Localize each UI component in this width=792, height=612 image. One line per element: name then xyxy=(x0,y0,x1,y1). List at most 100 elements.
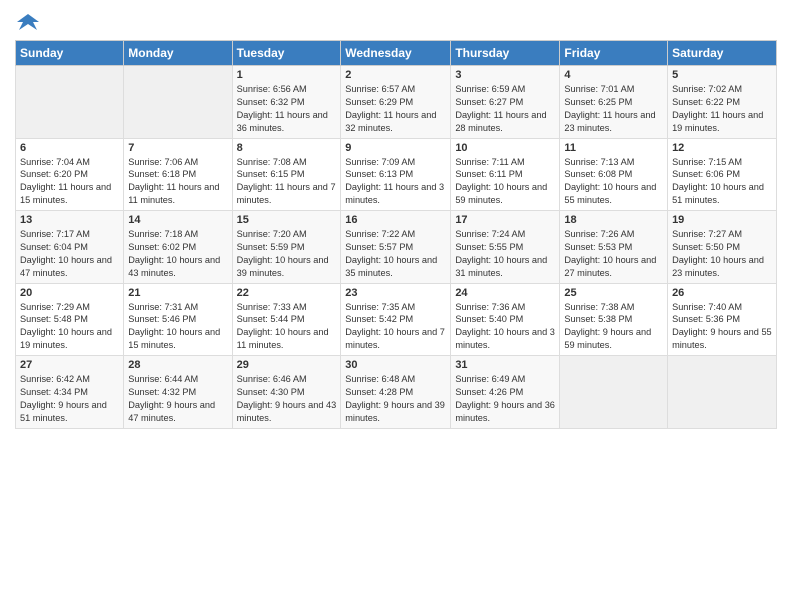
calendar-week-row: 1 Sunrise: 6:56 AM Sunset: 6:32 PM Daylig… xyxy=(16,66,777,139)
day-content: Sunrise: 7:40 AM Sunset: 5:36 PM Dayligh… xyxy=(672,301,772,353)
logo xyxy=(15,14,39,34)
day-content: Sunrise: 6:46 AM Sunset: 4:30 PM Dayligh… xyxy=(237,373,337,425)
day-content: Sunrise: 7:26 AM Sunset: 5:53 PM Dayligh… xyxy=(564,228,663,280)
calendar-header-row: SundayMondayTuesdayWednesdayThursdayFrid… xyxy=(16,41,777,66)
day-content: Sunrise: 6:42 AM Sunset: 4:34 PM Dayligh… xyxy=(20,373,119,425)
calendar-cell: 25 Sunrise: 7:38 AM Sunset: 5:38 PM Dayli… xyxy=(560,283,668,356)
day-number: 14 xyxy=(128,214,227,226)
calendar-cell: 10 Sunrise: 7:11 AM Sunset: 6:11 PM Dayli… xyxy=(451,138,560,211)
day-content: Sunrise: 6:48 AM Sunset: 4:28 PM Dayligh… xyxy=(345,373,446,425)
day-number: 20 xyxy=(20,287,119,299)
day-content: Sunrise: 7:11 AM Sunset: 6:11 PM Dayligh… xyxy=(455,156,555,208)
day-number: 29 xyxy=(237,359,337,371)
day-number: 22 xyxy=(237,287,337,299)
calendar-cell: 14 Sunrise: 7:18 AM Sunset: 6:02 PM Dayli… xyxy=(124,211,232,284)
calendar-cell: 22 Sunrise: 7:33 AM Sunset: 5:44 PM Dayli… xyxy=(232,283,341,356)
day-content: Sunrise: 6:44 AM Sunset: 4:32 PM Dayligh… xyxy=(128,373,227,425)
calendar-cell: 19 Sunrise: 7:27 AM Sunset: 5:50 PM Dayli… xyxy=(668,211,777,284)
day-content: Sunrise: 7:20 AM Sunset: 5:59 PM Dayligh… xyxy=(237,228,337,280)
calendar-cell: 23 Sunrise: 7:35 AM Sunset: 5:42 PM Dayli… xyxy=(341,283,451,356)
header-monday: Monday xyxy=(124,41,232,66)
logo-bird-icon xyxy=(17,12,39,34)
day-number: 10 xyxy=(455,142,555,154)
calendar-cell: 3 Sunrise: 6:59 AM Sunset: 6:27 PM Daylig… xyxy=(451,66,560,139)
day-number: 8 xyxy=(237,142,337,154)
day-content: Sunrise: 6:59 AM Sunset: 6:27 PM Dayligh… xyxy=(455,83,555,135)
day-content: Sunrise: 7:09 AM Sunset: 6:13 PM Dayligh… xyxy=(345,156,446,208)
header-sunday: Sunday xyxy=(16,41,124,66)
day-content: Sunrise: 6:56 AM Sunset: 6:32 PM Dayligh… xyxy=(237,83,337,135)
calendar-cell: 18 Sunrise: 7:26 AM Sunset: 5:53 PM Dayli… xyxy=(560,211,668,284)
day-number: 4 xyxy=(564,69,663,81)
header-wednesday: Wednesday xyxy=(341,41,451,66)
calendar-cell: 15 Sunrise: 7:20 AM Sunset: 5:59 PM Dayli… xyxy=(232,211,341,284)
calendar-cell: 30 Sunrise: 6:48 AM Sunset: 4:28 PM Dayli… xyxy=(341,356,451,429)
calendar-week-row: 6Sunrise: 7:04 AM Sunset: 6:20 PM Daylig… xyxy=(16,138,777,211)
day-number: 28 xyxy=(128,359,227,371)
day-content: Sunrise: 6:49 AM Sunset: 4:26 PM Dayligh… xyxy=(455,373,555,425)
day-content: Sunrise: 7:22 AM Sunset: 5:57 PM Dayligh… xyxy=(345,228,446,280)
calendar-cell: 6Sunrise: 7:04 AM Sunset: 6:20 PM Daylig… xyxy=(16,138,124,211)
day-number: 17 xyxy=(455,214,555,226)
calendar-cell: 1 Sunrise: 6:56 AM Sunset: 6:32 PM Daylig… xyxy=(232,66,341,139)
calendar-cell: 21 Sunrise: 7:31 AM Sunset: 5:46 PM Dayli… xyxy=(124,283,232,356)
calendar-cell: 11Sunrise: 7:13 AM Sunset: 6:08 PM Dayli… xyxy=(560,138,668,211)
calendar-cell: 20 Sunrise: 7:29 AM Sunset: 5:48 PM Dayli… xyxy=(16,283,124,356)
day-content: Sunrise: 7:35 AM Sunset: 5:42 PM Dayligh… xyxy=(345,301,446,353)
calendar-cell: 13 Sunrise: 7:17 AM Sunset: 6:04 PM Dayli… xyxy=(16,211,124,284)
day-content: Sunrise: 7:17 AM Sunset: 6:04 PM Dayligh… xyxy=(20,228,119,280)
day-number: 15 xyxy=(237,214,337,226)
calendar-week-row: 27 Sunrise: 6:42 AM Sunset: 4:34 PM Dayli… xyxy=(16,356,777,429)
calendar-cell: 31 Sunrise: 6:49 AM Sunset: 4:26 PM Dayli… xyxy=(451,356,560,429)
calendar-cell xyxy=(16,66,124,139)
day-number: 16 xyxy=(345,214,446,226)
page-header xyxy=(15,10,777,34)
day-number: 23 xyxy=(345,287,446,299)
day-number: 19 xyxy=(672,214,772,226)
calendar-cell: 9 Sunrise: 7:09 AM Sunset: 6:13 PM Daylig… xyxy=(341,138,451,211)
day-number: 2 xyxy=(345,69,446,81)
calendar-cell: 28 Sunrise: 6:44 AM Sunset: 4:32 PM Dayli… xyxy=(124,356,232,429)
day-number: 26 xyxy=(672,287,772,299)
calendar-table: SundayMondayTuesdayWednesdayThursdayFrid… xyxy=(15,40,777,429)
day-content: Sunrise: 7:01 AM Sunset: 6:25 PM Dayligh… xyxy=(564,83,663,135)
day-number: 24 xyxy=(455,287,555,299)
calendar-cell: 26 Sunrise: 7:40 AM Sunset: 5:36 PM Dayli… xyxy=(668,283,777,356)
day-content: Sunrise: 7:18 AM Sunset: 6:02 PM Dayligh… xyxy=(128,228,227,280)
calendar-cell: 5Sunrise: 7:02 AM Sunset: 6:22 PM Daylig… xyxy=(668,66,777,139)
day-content: Sunrise: 7:24 AM Sunset: 5:55 PM Dayligh… xyxy=(455,228,555,280)
day-content: Sunrise: 7:06 AM Sunset: 6:18 PM Dayligh… xyxy=(128,156,227,208)
calendar-cell: 29 Sunrise: 6:46 AM Sunset: 4:30 PM Dayli… xyxy=(232,356,341,429)
day-content: Sunrise: 7:02 AM Sunset: 6:22 PM Dayligh… xyxy=(672,83,772,135)
day-content: Sunrise: 7:27 AM Sunset: 5:50 PM Dayligh… xyxy=(672,228,772,280)
day-number: 1 xyxy=(237,69,337,81)
calendar-cell: 16 Sunrise: 7:22 AM Sunset: 5:57 PM Dayli… xyxy=(341,211,451,284)
day-number: 27 xyxy=(20,359,119,371)
day-number: 3 xyxy=(455,69,555,81)
calendar-week-row: 13 Sunrise: 7:17 AM Sunset: 6:04 PM Dayli… xyxy=(16,211,777,284)
day-number: 30 xyxy=(345,359,446,371)
calendar-cell xyxy=(668,356,777,429)
day-number: 21 xyxy=(128,287,227,299)
day-content: Sunrise: 7:31 AM Sunset: 5:46 PM Dayligh… xyxy=(128,301,227,353)
calendar-cell: 7Sunrise: 7:06 AM Sunset: 6:18 PM Daylig… xyxy=(124,138,232,211)
header-tuesday: Tuesday xyxy=(232,41,341,66)
calendar-cell: 2Sunrise: 6:57 AM Sunset: 6:29 PM Daylig… xyxy=(341,66,451,139)
calendar-cell xyxy=(560,356,668,429)
day-content: Sunrise: 7:33 AM Sunset: 5:44 PM Dayligh… xyxy=(237,301,337,353)
day-number: 9 xyxy=(345,142,446,154)
day-number: 12 xyxy=(672,142,772,154)
calendar-cell: 12Sunrise: 7:15 AM Sunset: 6:06 PM Dayli… xyxy=(668,138,777,211)
calendar-cell xyxy=(124,66,232,139)
day-number: 31 xyxy=(455,359,555,371)
day-number: 18 xyxy=(564,214,663,226)
day-number: 25 xyxy=(564,287,663,299)
day-content: Sunrise: 7:38 AM Sunset: 5:38 PM Dayligh… xyxy=(564,301,663,353)
calendar-cell: 27 Sunrise: 6:42 AM Sunset: 4:34 PM Dayli… xyxy=(16,356,124,429)
header-thursday: Thursday xyxy=(451,41,560,66)
calendar-cell: 8Sunrise: 7:08 AM Sunset: 6:15 PM Daylig… xyxy=(232,138,341,211)
header-friday: Friday xyxy=(560,41,668,66)
day-content: Sunrise: 7:29 AM Sunset: 5:48 PM Dayligh… xyxy=(20,301,119,353)
day-number: 13 xyxy=(20,214,119,226)
day-content: Sunrise: 7:04 AM Sunset: 6:20 PM Dayligh… xyxy=(20,156,119,208)
